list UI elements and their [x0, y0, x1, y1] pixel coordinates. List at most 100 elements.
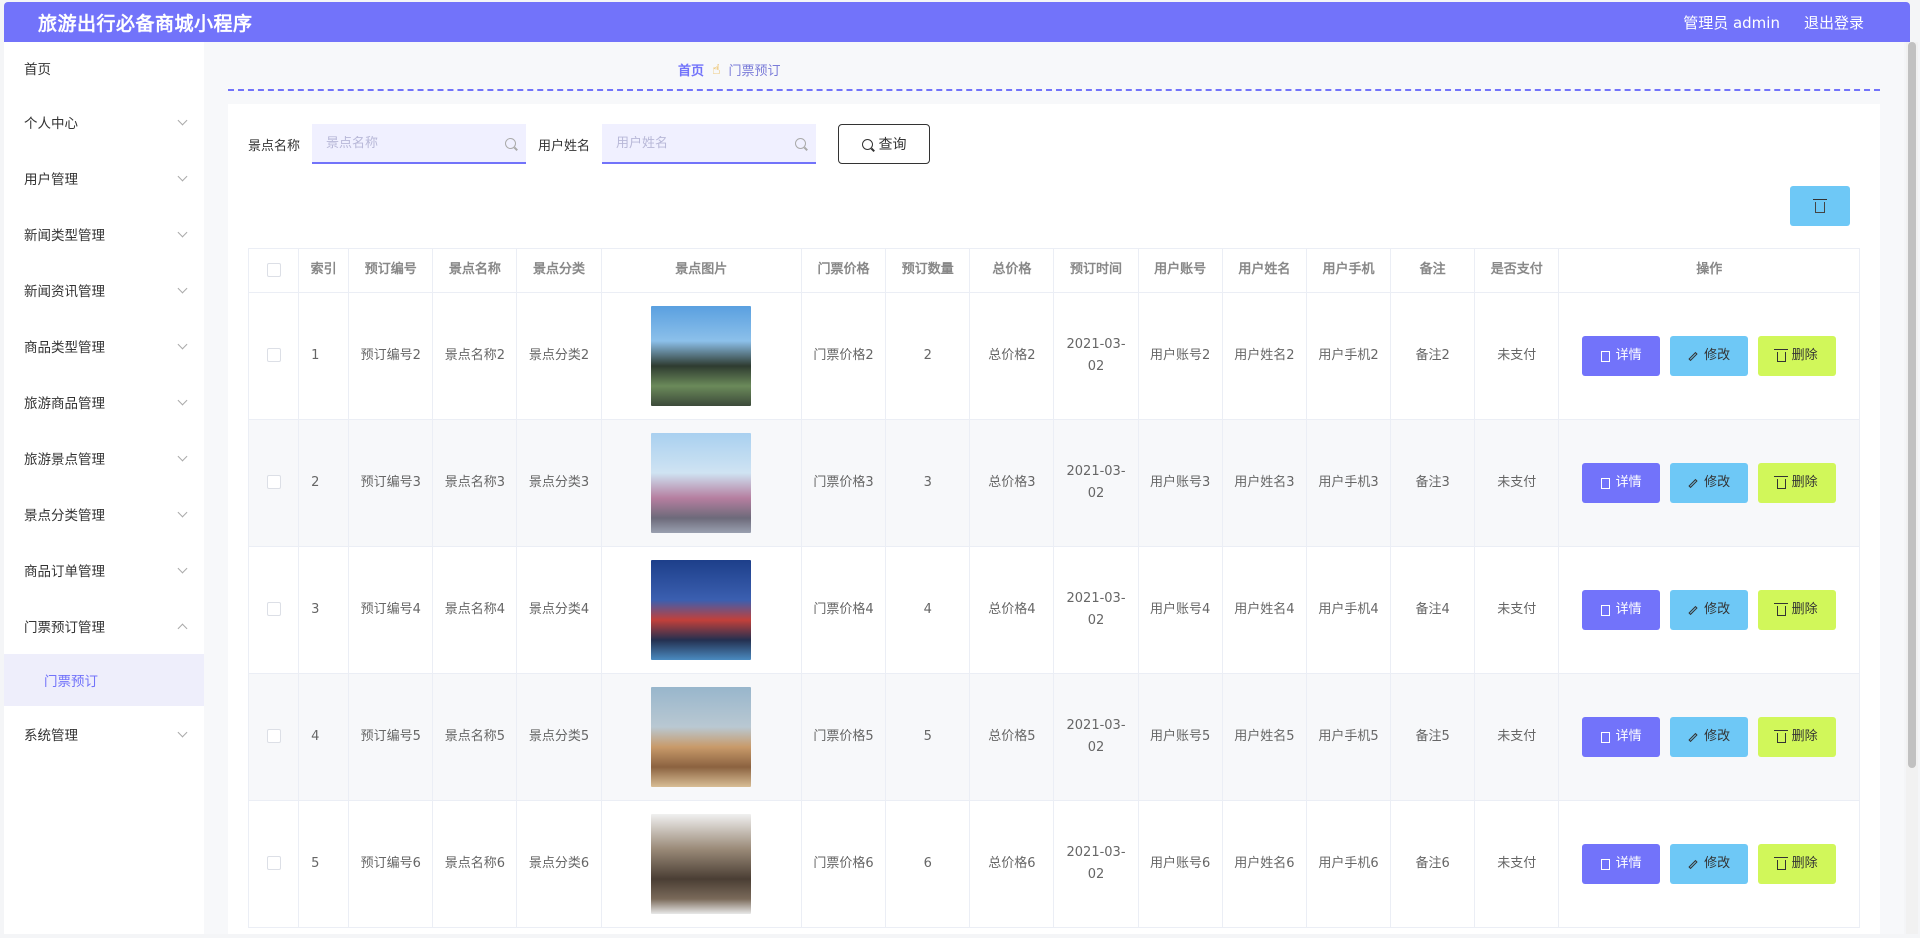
cell-time: 2021-03-02: [1053, 546, 1139, 674]
sidebar-item-home[interactable]: 首页: [4, 42, 204, 94]
sidebar-item-news-types[interactable]: 新闻类型管理: [4, 206, 204, 262]
delete-button[interactable]: 删除: [1758, 717, 1837, 757]
table-row: 1 预订编号2 景点名称2 景点分类2 门票价格2 2 总价格2 2021-03-02 用户账号…: [247, 292, 1860, 420]
chevron-up-icon: [177, 623, 188, 633]
row-select-cell: [247, 546, 300, 674]
row-checkbox[interactable]: [266, 856, 281, 871]
content-panel: 景点名称 用户姓名 查询: [228, 104, 1880, 934]
delete-button[interactable]: 删除: [1758, 590, 1837, 630]
detail-button-label: 详情: [1615, 474, 1642, 490]
pencil-icon: [1688, 351, 1698, 361]
breadcrumb-home[interactable]: 首页: [678, 60, 704, 79]
scrollbar-thumb[interactable]: [1908, 42, 1916, 768]
edit-button[interactable]: 修改: [1670, 463, 1749, 503]
cell-price: 门票价格2: [800, 292, 887, 420]
bulk-delete-button[interactable]: [1790, 186, 1850, 226]
top-header: 旅游出行必备商城小程序 管理员 admin 退出登录: [4, 2, 1910, 42]
sidebar-item-users[interactable]: 用户管理: [4, 150, 204, 206]
booking-table: 索引 预订编号 景点名称 景点分类 景点图片 门票价格 预订数量 总价格 预订时…: [247, 248, 1860, 928]
sidebar-item-products[interactable]: 旅游商品管理: [4, 374, 204, 430]
sidebar-item-system[interactable]: 系统管理: [4, 706, 204, 762]
query-button[interactable]: 查询: [838, 124, 931, 164]
edit-button[interactable]: 修改: [1670, 844, 1749, 884]
spot-image: [651, 687, 752, 787]
detail-button[interactable]: 详情: [1582, 336, 1661, 376]
cell-paid: 未支付: [1474, 673, 1560, 801]
sidebar-item-ticket-booking[interactable]: 门票预订管理: [4, 598, 204, 654]
spot-image-cell: [600, 419, 802, 547]
cell-price: 门票价格5: [800, 673, 887, 801]
cell-uname: 用户姓名4: [1221, 546, 1307, 674]
sidebar-item-personal-center[interactable]: 个人中心: [4, 94, 204, 150]
breadcrumb-divider: [228, 89, 1880, 91]
header-actions: 管理员 admin 退出登录: [1683, 12, 1864, 33]
delete-button-label: 删除: [1791, 474, 1818, 490]
breadcrumb-current: 门票预订: [728, 64, 781, 79]
actions-cell: 详情 修改 删除: [1558, 419, 1860, 547]
sidebar-item-label: 旅游商品管理: [24, 396, 105, 412]
cell-name: 景点名称2: [432, 292, 518, 420]
cell-qty: 3: [885, 419, 971, 547]
vertical-scrollbar[interactable]: [1906, 42, 1918, 934]
column-header: 预订编号: [348, 248, 434, 293]
edit-button[interactable]: 修改: [1670, 717, 1749, 757]
logout-link[interactable]: 退出登录: [1804, 12, 1864, 33]
edit-button[interactable]: 修改: [1670, 336, 1749, 376]
cell-name: 景点名称6: [432, 800, 518, 928]
cell-idx: 5: [298, 800, 350, 928]
delete-button[interactable]: 删除: [1758, 844, 1837, 884]
query-button-label: 查询: [878, 137, 907, 153]
edit-button-label: 修改: [1704, 601, 1731, 617]
edit-button[interactable]: 修改: [1670, 590, 1749, 630]
user-name-search-box: [602, 124, 817, 164]
row-checkbox[interactable]: [266, 729, 281, 744]
detail-button[interactable]: 详情: [1582, 844, 1661, 884]
cell-qty: 2: [885, 292, 971, 420]
search-icon: [505, 137, 517, 149]
detail-button[interactable]: 详情: [1582, 717, 1661, 757]
row-checkbox[interactable]: [266, 475, 281, 490]
select-all-cell: [247, 248, 300, 293]
cell-phone: 用户手机5: [1305, 673, 1392, 801]
detail-button[interactable]: 详情: [1582, 463, 1661, 503]
cell-price: 门票价格6: [800, 800, 887, 928]
document-icon: [1600, 604, 1610, 616]
cell-time: 2021-03-02: [1053, 419, 1139, 547]
main-content: 首页 ☝ 门票预订 景点名称 用户姓名 查询: [204, 42, 1904, 934]
table-row: 3 预订编号4 景点名称4 景点分类4 门票价格4 4 总价格4 2021-03-02 用户账号…: [247, 546, 1860, 674]
sidebar-subitem-ticket-booking[interactable]: 门票预订: [4, 654, 204, 706]
document-icon: [1600, 731, 1610, 743]
delete-button[interactable]: 删除: [1758, 336, 1837, 376]
cell-qty: 6: [885, 800, 971, 928]
select-all-checkbox[interactable]: [266, 262, 281, 277]
sidebar-item-spot-categories[interactable]: 景点分类管理: [4, 486, 204, 542]
detail-button-label: 详情: [1615, 601, 1642, 617]
actions-cell: 详情 修改 删除: [1558, 546, 1860, 674]
spot-image-cell: [600, 546, 802, 674]
search-icon: [861, 138, 873, 150]
cell-cat: 景点分类4: [516, 546, 602, 674]
delete-button[interactable]: 删除: [1758, 463, 1837, 503]
trash-icon: [1774, 857, 1789, 870]
spot-name-label: 景点名称: [248, 138, 301, 154]
spot-name-input[interactable]: [326, 135, 487, 151]
cell-total: 总价格2: [969, 292, 1055, 420]
cell-paid: 未支付: [1474, 419, 1560, 547]
trash-icon: [1774, 603, 1789, 616]
sidebar-item-news[interactable]: 新闻资讯管理: [4, 262, 204, 318]
chevron-down-icon: [177, 171, 188, 181]
column-header: 预订数量: [885, 248, 971, 293]
row-select-cell: [247, 800, 300, 928]
cell-time: 2021-03-02: [1053, 800, 1139, 928]
detail-button[interactable]: 详情: [1582, 590, 1661, 630]
sidebar-item-product-types[interactable]: 商品类型管理: [4, 318, 204, 374]
admin-user-label[interactable]: 管理员 admin: [1683, 12, 1780, 33]
user-name-label: 用户姓名: [538, 138, 591, 154]
row-checkbox[interactable]: [266, 348, 281, 363]
sidebar-item-spots[interactable]: 旅游景点管理: [4, 430, 204, 486]
user-name-input[interactable]: [616, 135, 777, 151]
cell-phone: 用户手机3: [1305, 419, 1392, 547]
cell-name: 景点名称4: [432, 546, 518, 674]
sidebar-item-orders[interactable]: 商品订单管理: [4, 542, 204, 598]
row-checkbox[interactable]: [266, 602, 281, 617]
